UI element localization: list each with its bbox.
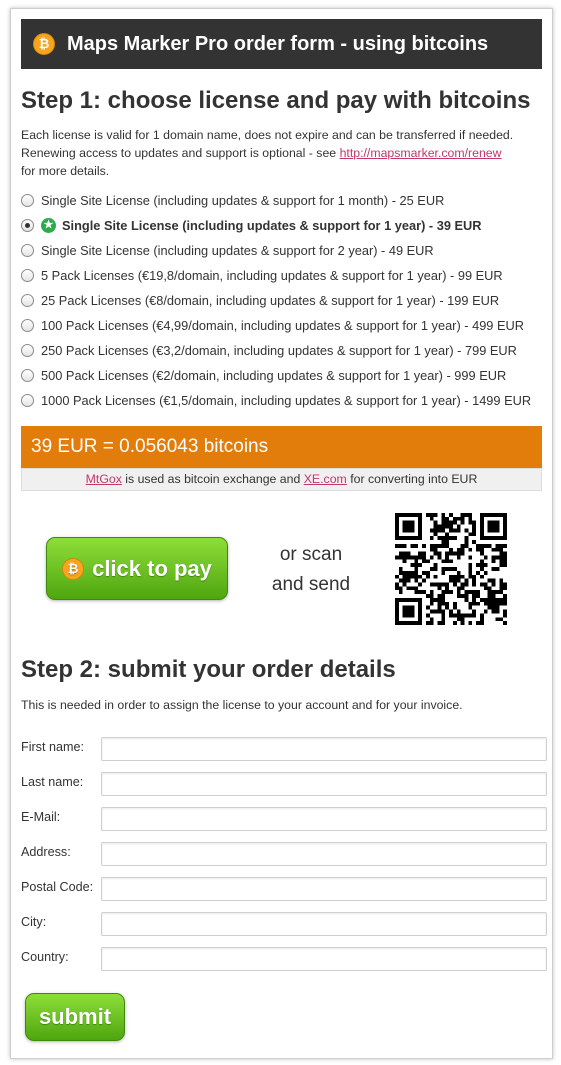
field-label: Address: <box>21 845 71 859</box>
step2-description: This is needed in order to assign the li… <box>21 698 463 712</box>
license-radio[interactable] <box>21 369 34 382</box>
license-option[interactable]: 250 Pack Licenses (€3,2/domain, includin… <box>21 338 546 363</box>
field-input[interactable] <box>101 842 547 866</box>
license-radio[interactable] <box>21 194 34 207</box>
form-row: First name: <box>21 737 547 763</box>
field-label: E-Mail: <box>21 810 61 824</box>
renew-link[interactable]: http://mapsmarker.com/renew <box>340 146 502 160</box>
form-row: Country: <box>21 947 547 973</box>
license-option[interactable]: 25 Pack Licenses (€8/domain, including u… <box>21 288 546 313</box>
form-row: Address: <box>21 842 547 868</box>
license-radio[interactable] <box>21 294 34 307</box>
field-input[interactable] <box>101 807 547 831</box>
click-to-pay-button[interactable]: ₿ click to pay <box>46 537 228 600</box>
field-label: Country: <box>21 950 69 964</box>
field-input[interactable] <box>101 947 547 971</box>
step1-title: Step 1: choose license and pay with bitc… <box>21 87 531 114</box>
field-input[interactable] <box>101 772 547 796</box>
license-option[interactable]: Single Site License (including updates &… <box>21 238 546 263</box>
scan-instructions: or scan and send <box>261 540 361 600</box>
form-row: City: <box>21 912 547 938</box>
field-input[interactable] <box>101 912 547 936</box>
field-label: Last name: <box>21 775 84 789</box>
step2-title: Step 2: submit your order details <box>21 656 396 683</box>
license-option[interactable]: 5 Pack Licenses (€19,8/domain, including… <box>21 263 546 288</box>
license-label: 25 Pack Licenses (€8/domain, including u… <box>41 293 500 308</box>
form-row: E-Mail: <box>21 807 547 833</box>
bitcoin-icon: ₿ <box>33 33 55 55</box>
pay-button-label: click to pay <box>92 555 212 581</box>
bitcoin-icon: ₿ <box>62 557 85 580</box>
form-header: ₿ Maps Marker Pro order form - using bit… <box>21 19 542 69</box>
desc-line-3: for more details. <box>21 164 110 178</box>
mtgox-link[interactable]: MtGox <box>86 472 122 486</box>
license-option[interactable]: 100 Pack Licenses (€4,99/domain, includi… <box>21 313 546 338</box>
license-option[interactable]: ★ Single Site License (including updates … <box>21 213 546 238</box>
form-row: Postal Code: <box>21 877 547 903</box>
license-label: Single Site License (including updates &… <box>41 243 434 258</box>
field-label: City: <box>21 915 47 929</box>
license-label: 5 Pack Licenses (€19,8/domain, including… <box>41 268 503 283</box>
license-option[interactable]: 1000 Pack Licenses (€1,5/domain, includi… <box>21 388 546 413</box>
price-text: 39 EUR = 0.056043 bitcoins <box>31 436 269 457</box>
order-form-container: ₿ Maps Marker Pro order form - using bit… <box>10 8 553 1059</box>
form-title: Maps Marker Pro order form - using bitco… <box>67 32 489 55</box>
field-label: Postal Code: <box>21 880 94 894</box>
exchange-end: for converting into EUR <box>346 472 478 486</box>
license-radio[interactable] <box>21 319 34 332</box>
license-radio[interactable] <box>21 244 34 257</box>
license-label: 500 Pack Licenses (€2/domain, including … <box>41 368 507 383</box>
exchange-middle: is used as bitcoin exchange and <box>121 472 304 486</box>
submit-button[interactable]: submit <box>25 993 125 1041</box>
license-label: 100 Pack Licenses (€4,99/domain, includi… <box>41 318 525 333</box>
field-input[interactable] <box>101 737 547 761</box>
license-option[interactable]: 500 Pack Licenses (€2/domain, including … <box>21 363 546 388</box>
license-radio[interactable] <box>21 269 34 282</box>
license-option[interactable]: Single Site License (including updates &… <box>21 188 546 213</box>
license-description: Each license is valid for 1 domain name,… <box>21 126 546 180</box>
license-label: Single Site License (including updates &… <box>62 218 482 233</box>
scan-line-1: or scan <box>279 544 343 565</box>
license-radio[interactable] <box>21 344 34 357</box>
price-bar: 39 EUR = 0.056043 bitcoins <box>21 426 542 468</box>
field-label: First name: <box>21 740 84 754</box>
field-input[interactable] <box>101 877 547 901</box>
xe-link[interactable]: XE.com <box>304 472 347 486</box>
exchange-note: MtGox is used as bitcoin exchange and XE… <box>21 468 542 491</box>
license-label: 1000 Pack Licenses (€1,5/domain, includi… <box>41 393 532 408</box>
license-radio[interactable] <box>21 219 34 232</box>
license-label: 250 Pack Licenses (€3,2/domain, includin… <box>41 343 517 358</box>
star-icon: ★ <box>41 218 56 233</box>
desc-line-2: Renewing access to updates and support i… <box>21 144 546 162</box>
license-label: Single Site License (including updates &… <box>41 193 445 208</box>
desc-line-2-text: Renewing access to updates and support i… <box>21 146 340 160</box>
license-options: Single Site License (including updates &… <box>21 188 546 413</box>
form-row: Last name: <box>21 772 547 798</box>
bitcoin-qr-code <box>395 513 507 625</box>
desc-line-1: Each license is valid for 1 domain name,… <box>21 128 514 142</box>
license-radio[interactable] <box>21 394 34 407</box>
scan-line-2: and send <box>271 574 351 595</box>
